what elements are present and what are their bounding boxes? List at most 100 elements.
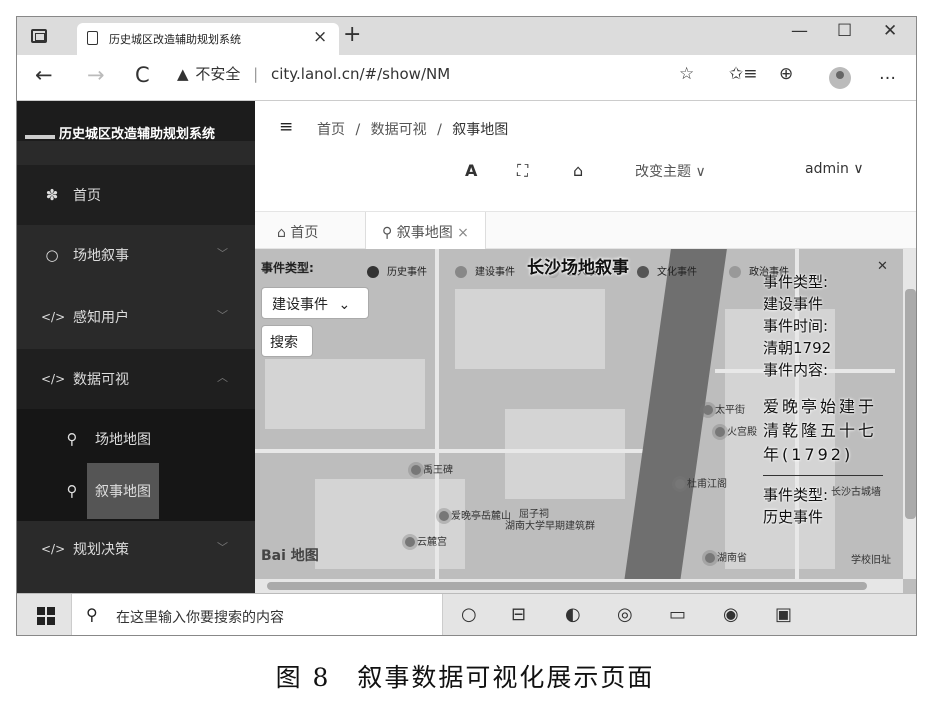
breadcrumb-data-visual[interactable]: 数据可视 bbox=[371, 122, 427, 138]
sidebar-item-planning-decision[interactable]: </> 规划决策 ﹀ bbox=[17, 519, 255, 579]
task-view-icon[interactable]: ⊟ bbox=[511, 604, 526, 625]
map-title: 长沙场地叙事 bbox=[527, 258, 629, 278]
refresh-button[interactable]: C bbox=[135, 63, 150, 87]
tab-close-icon[interactable]: × bbox=[457, 225, 469, 241]
browser-tab-bar: 历史城区改造辅助规划系统 × + — ☐ ✕ bbox=[17, 17, 916, 55]
vertical-scrollbar[interactable] bbox=[903, 249, 916, 579]
map-block bbox=[505, 409, 625, 499]
search-icon: ⚲ bbox=[86, 605, 98, 624]
theme-dropdown[interactable]: 改变主题 ∨ bbox=[635, 161, 706, 181]
taskbar: ⚲ 在这里输入你要搜索的内容 ○ ⊟ ◐ ◎ ▭ ◉ ▣ bbox=[17, 593, 916, 635]
map-pin-icon: ⚲ bbox=[66, 482, 78, 500]
event-filter: 事件类型: 建设事件 ⌄ 搜索 bbox=[261, 257, 369, 357]
poi-marker[interactable]: 湖南省 bbox=[705, 549, 747, 564]
poi-marker[interactable]: 禹王碑 bbox=[411, 461, 453, 476]
address-bar: ← → C ▲ 不安全 | city.lanol.cn/#/show/NM ☆ … bbox=[17, 55, 916, 101]
new-tab-button[interactable]: + bbox=[343, 22, 361, 47]
fullscreen-icon[interactable]: ⛶ bbox=[517, 161, 528, 181]
window-menu-icon[interactable] bbox=[31, 29, 47, 43]
favorites-list-icon[interactable]: ✩≡ bbox=[729, 64, 758, 84]
chevron-up-icon: ︿ bbox=[217, 371, 228, 384]
search-placeholder: 在这里输入你要搜索的内容 bbox=[116, 610, 284, 626]
url-text: city.lanol.cn/#/show/NM bbox=[270, 65, 451, 83]
sidebar-item-perceive-users[interactable]: </> 感知用户 ﹀ bbox=[17, 287, 255, 347]
legend-item[interactable]: 历史事件 bbox=[367, 263, 427, 278]
top-bar: ≡ 首页 / 数据可视 / 叙事地图 A ⛶ ⌂ 改变主题 ∨ admin ∨ bbox=[255, 101, 916, 211]
poi-marker[interactable]: 火宫殿 bbox=[715, 423, 757, 438]
back-button[interactable]: ← bbox=[35, 63, 53, 87]
poi-label: 湖南大学早期建筑群 bbox=[505, 521, 595, 532]
more-icon[interactable]: … bbox=[879, 64, 896, 84]
sidebar-item-label: 规划决策 bbox=[73, 542, 129, 558]
edge-browser-icon[interactable]: ◉ bbox=[723, 604, 739, 625]
sidebar-item-site-narrative[interactable]: ○ 场地叙事 ﹀ bbox=[17, 225, 255, 285]
brand: 历史城区改造辅助规划系统 bbox=[17, 101, 255, 142]
collections-icon[interactable]: ⊕ bbox=[779, 64, 793, 84]
browser-tab[interactable]: 历史城区改造辅助规划系统 × bbox=[77, 23, 339, 55]
app-icon[interactable]: ◎ bbox=[617, 604, 633, 625]
warning-icon: ▲ bbox=[177, 65, 189, 83]
breadcrumb-home[interactable]: 首页 bbox=[317, 122, 345, 138]
page-tabs: ⌂ 首页 ⚲ 叙事地图 × bbox=[255, 211, 916, 251]
forward-button[interactable]: → bbox=[87, 63, 105, 87]
code-icon: </> bbox=[41, 542, 66, 556]
sidebar-item-data-visual[interactable]: </> 数据可视 ︿ bbox=[17, 349, 255, 409]
sidebar-item-label: 首页 bbox=[73, 188, 101, 204]
main-content: ≡ 首页 / 数据可视 / 叙事地图 A ⛶ ⌂ 改变主题 ∨ admin ∨ … bbox=[255, 101, 916, 593]
narrative-map[interactable]: 太平街 火宫殿 杜甫江阁 禹王碑 爱晚亭岳麓山 屈子祠 湖南大学早期建筑群 云麓… bbox=[255, 249, 916, 593]
info-type-label: 事件类型: bbox=[763, 273, 829, 291]
info-time-label: 事件时间: bbox=[763, 317, 829, 335]
sidebar-item-label: 感知用户 bbox=[73, 310, 129, 326]
info-type-label-2: 事件类型: bbox=[763, 486, 829, 504]
tab-close-icon[interactable]: × bbox=[313, 27, 327, 47]
home-icon: ⌂ bbox=[277, 225, 286, 241]
app-icon[interactable]: ▣ bbox=[775, 604, 792, 625]
sidebar-item-label: 叙事地图 bbox=[87, 463, 159, 519]
poi-marker[interactable]: 杜甫江阁 bbox=[675, 475, 727, 490]
minimize-button[interactable]: — bbox=[791, 21, 808, 41]
poi-marker[interactable]: 云麓宫 bbox=[405, 533, 447, 548]
search-button[interactable]: 搜索 bbox=[261, 325, 313, 357]
browser-window: 历史城区改造辅助规划系统 × + — ☐ ✕ ← → C ▲ 不安全 | cit… bbox=[16, 16, 917, 636]
event-info-panel: 事件类型: 建设事件 事件时间: 清朝1792 事件内容: 爱晚亭始建于清乾隆五… bbox=[763, 271, 883, 528]
home-icon: ✽ bbox=[45, 186, 59, 204]
info-content-value: 爱晚亭始建于清乾隆五十七年(1792) bbox=[763, 397, 878, 464]
tab-home[interactable]: ⌂ 首页 bbox=[261, 212, 334, 250]
page-icon bbox=[87, 31, 98, 45]
menu-toggle-icon[interactable]: ≡ bbox=[279, 117, 293, 137]
tab-narrative-map[interactable]: ⚲ 叙事地图 × bbox=[365, 212, 486, 251]
app: 历史城区改造辅助规划系统 ✽ 首页 ○ 场地叙事 ﹀ </> 感知用户 ﹀ </… bbox=[17, 101, 916, 593]
sidebar-item-label: 数据可视 bbox=[73, 372, 129, 388]
sidebar-item-site-map[interactable]: ⚲ 场地地图 bbox=[17, 409, 255, 469]
poi-marker[interactable]: 太平街 bbox=[703, 401, 745, 416]
breadcrumb-current: 叙事地图 bbox=[452, 122, 509, 138]
app-icon[interactable]: ◐ bbox=[565, 604, 581, 625]
sidebar-item-home[interactable]: ✽ 首页 bbox=[17, 165, 255, 225]
sidebar-item-label: 场地叙事 bbox=[73, 248, 129, 264]
sidebar-item-narrative-map[interactable]: ⚲ 叙事地图 bbox=[17, 461, 255, 521]
poi-marker[interactable]: 爱晚亭岳麓山 bbox=[439, 507, 511, 522]
brand-name: 历史城区改造辅助规划系统 bbox=[59, 127, 216, 142]
map-road bbox=[255, 449, 655, 453]
url-field[interactable]: ▲ 不安全 | city.lanol.cn/#/show/NM bbox=[177, 63, 707, 93]
taskbar-search-input[interactable]: ⚲ 在这里输入你要搜索的内容 bbox=[71, 594, 443, 635]
user-dropdown[interactable]: admin ∨ bbox=[805, 161, 864, 177]
maximize-button[interactable]: ☐ bbox=[837, 21, 852, 41]
file-explorer-icon[interactable]: ▭ bbox=[669, 604, 686, 625]
legend-item[interactable]: 建设事件 bbox=[455, 263, 515, 278]
font-size-icon[interactable]: A bbox=[465, 161, 477, 180]
legend-item[interactable]: 文化事件 bbox=[637, 263, 697, 278]
event-type-select[interactable]: 建设事件 ⌄ bbox=[261, 287, 369, 319]
horizontal-scrollbar[interactable] bbox=[255, 579, 903, 593]
home-shortcut-icon[interactable]: ⌂ bbox=[573, 161, 583, 180]
filter-label: 事件类型: bbox=[261, 261, 314, 275]
profile-avatar[interactable] bbox=[829, 67, 851, 89]
favorite-icon[interactable]: ☆ bbox=[679, 64, 694, 84]
chevron-down-icon: ﹀ bbox=[217, 541, 228, 554]
close-window-button[interactable]: ✕ bbox=[883, 21, 897, 41]
map-block bbox=[455, 289, 605, 369]
windows-start-icon[interactable] bbox=[37, 607, 55, 625]
chevron-down-icon: ⌄ bbox=[338, 297, 351, 313]
baidu-map-logo: Bai 地图 bbox=[261, 548, 319, 564]
cortana-icon[interactable]: ○ bbox=[461, 604, 477, 625]
